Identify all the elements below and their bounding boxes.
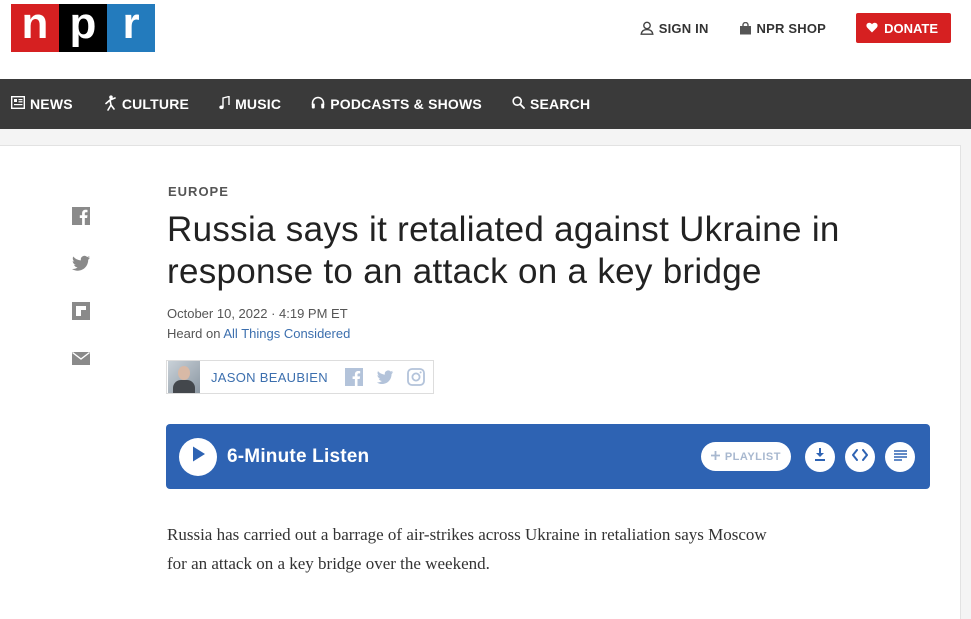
culture-icon xyxy=(103,94,117,114)
npr-shop-link[interactable]: NPR SHOP xyxy=(739,21,827,36)
add-to-playlist-button[interactable]: PLAYLIST xyxy=(700,442,791,471)
section-slug[interactable]: EUROPE xyxy=(168,184,229,199)
headphones-icon xyxy=(311,96,325,112)
heart-icon xyxy=(866,21,878,36)
nav-item-podcasts[interactable]: PODCASTS & SHOWS xyxy=(311,79,482,129)
author-name[interactable]: JASON BEAUBIEN xyxy=(211,370,328,385)
nav-item-culture[interactable]: CULTURE xyxy=(103,79,189,129)
download-button[interactable] xyxy=(805,441,835,472)
header-links: SIGN IN NPR SHOP DONATE xyxy=(640,13,971,43)
play-button[interactable] xyxy=(179,437,217,476)
transcript-icon xyxy=(893,448,907,466)
heard-on-line: Heard on All Things Considered xyxy=(167,326,350,341)
instagram-icon[interactable] xyxy=(406,367,426,387)
program-link[interactable]: All Things Considered xyxy=(223,326,350,341)
author-byline: JASON BEAUBIEN xyxy=(166,360,434,394)
main-nav: NEWS CULTURE MUSIC PODCASTS & SHOWS SEAR… xyxy=(0,79,971,129)
email-icon[interactable] xyxy=(70,347,92,369)
sign-in-label: SIGN IN xyxy=(658,20,709,36)
nav-label-culture: CULTURE xyxy=(121,96,190,112)
download-icon xyxy=(814,447,826,466)
embed-button[interactable] xyxy=(845,441,875,472)
nav-label-music: MUSIC xyxy=(235,96,282,112)
nav-item-music[interactable]: MUSIC xyxy=(219,79,281,129)
audio-player: 6-Minute Listen PLAYLIST xyxy=(166,424,930,489)
nav-label-news: NEWS xyxy=(30,96,73,112)
author-social-links xyxy=(344,367,426,387)
logo-letter-n: n xyxy=(11,0,59,52)
embed-code-icon xyxy=(852,448,868,466)
nav-label-search: SEARCH xyxy=(529,96,591,112)
article-date: October 10, 2022 · 4:19 PM ET xyxy=(167,306,348,321)
author-avatar[interactable] xyxy=(168,361,200,393)
shopping-bag-icon xyxy=(739,21,752,35)
article-body-paragraph: Russia has carried out a barrage of air-… xyxy=(167,525,767,573)
donate-button[interactable]: DONATE xyxy=(856,13,951,43)
news-icon xyxy=(10,95,26,112)
sign-in-link[interactable]: SIGN IN xyxy=(640,21,709,36)
logo-letter-r: r xyxy=(107,0,155,52)
play-icon xyxy=(190,445,206,468)
facebook-icon[interactable] xyxy=(70,205,92,227)
donate-label: DONATE xyxy=(884,20,938,36)
search-icon xyxy=(512,96,525,112)
article-headline: Russia says it retaliated against Ukrain… xyxy=(167,210,840,291)
plus-icon xyxy=(710,450,720,463)
twitter-icon[interactable] xyxy=(70,252,92,274)
playlist-label: PLAYLIST xyxy=(724,450,781,463)
twitter-icon[interactable] xyxy=(375,367,395,387)
music-note-icon xyxy=(219,95,230,113)
logo-letter-p: p xyxy=(59,0,107,52)
flipboard-icon[interactable] xyxy=(70,300,92,322)
npr-logo[interactable]: n p r xyxy=(11,0,155,52)
npr-shop-label: NPR SHOP xyxy=(756,20,827,36)
nav-label-podcasts: PODCASTS & SHOWS xyxy=(330,96,482,112)
user-icon xyxy=(640,21,654,35)
nav-item-news[interactable]: NEWS xyxy=(10,79,73,129)
player-controls: PLAYLIST xyxy=(700,441,915,472)
site-header: n p r SIGN IN NPR SHOP DONATE xyxy=(0,0,971,79)
facebook-icon[interactable] xyxy=(344,367,364,387)
heard-on-prefix: Heard on xyxy=(167,326,224,341)
listen-duration-label: 6-Minute Listen xyxy=(227,445,370,467)
nav-item-search[interactable]: SEARCH xyxy=(512,79,590,129)
transcript-button[interactable] xyxy=(885,441,915,472)
